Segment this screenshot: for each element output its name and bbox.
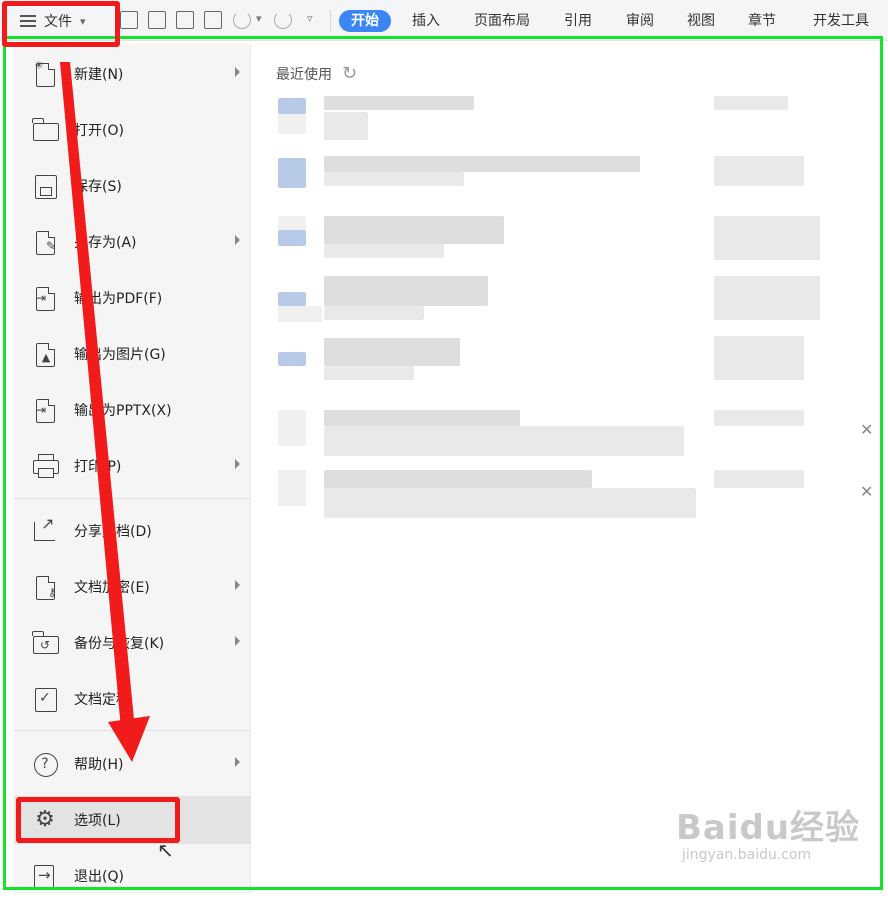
arrow-shaft: [60, 62, 136, 740]
mouse-pointer-icon: ↖: [157, 838, 174, 862]
annotation-arrow-icon: [60, 62, 150, 762]
arrow-head: [108, 716, 150, 762]
